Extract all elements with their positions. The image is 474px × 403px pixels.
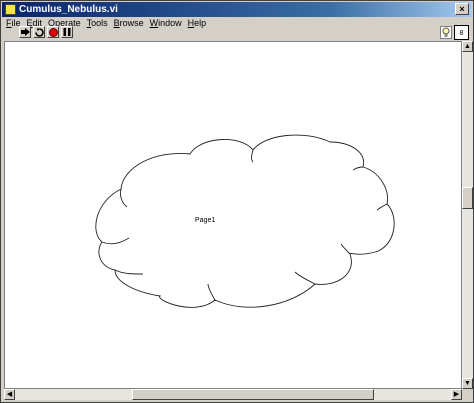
run-continuously-icon xyxy=(34,27,44,37)
front-panel[interactable]: Page1 xyxy=(4,41,462,389)
horizontal-scroll-thumb[interactable] xyxy=(132,389,374,400)
lightbulb-icon xyxy=(442,27,450,37)
close-button[interactable]: × xyxy=(455,3,469,15)
run-continuously-button[interactable] xyxy=(33,26,45,38)
scroll-corner xyxy=(462,389,473,400)
pause-icon xyxy=(63,28,71,36)
page-label: Page1 xyxy=(195,217,216,224)
horizontal-scrollbar[interactable]: ◀ ▶ xyxy=(4,389,462,400)
abort-icon xyxy=(48,27,58,37)
window-title: Cumulus_Nebulus.vi xyxy=(19,4,118,15)
cloud-decoration xyxy=(95,134,395,308)
vi-title-icon xyxy=(5,4,16,15)
scroll-up-button[interactable]: ▲ xyxy=(462,41,473,52)
vertical-scroll-thumb[interactable] xyxy=(462,187,473,209)
vi-icon[interactable]: 8 xyxy=(454,25,469,40)
toolbar: 8 xyxy=(3,25,472,41)
run-icon xyxy=(20,28,30,36)
context-help-button[interactable] xyxy=(440,26,452,39)
abort-button[interactable] xyxy=(47,26,59,38)
pause-button[interactable] xyxy=(61,26,73,38)
title-bar[interactable]: Cumulus_Nebulus.vi × xyxy=(2,2,472,17)
scroll-right-button[interactable]: ▶ xyxy=(451,389,462,400)
vi-window: Cumulus_Nebulus.vi × File Edit Operate T… xyxy=(0,0,474,403)
scroll-left-button[interactable]: ◀ xyxy=(4,389,15,400)
scroll-down-button[interactable]: ▼ xyxy=(462,378,473,389)
vertical-scrollbar[interactable]: ▲ ▼ xyxy=(462,41,473,389)
run-button[interactable] xyxy=(19,26,31,38)
